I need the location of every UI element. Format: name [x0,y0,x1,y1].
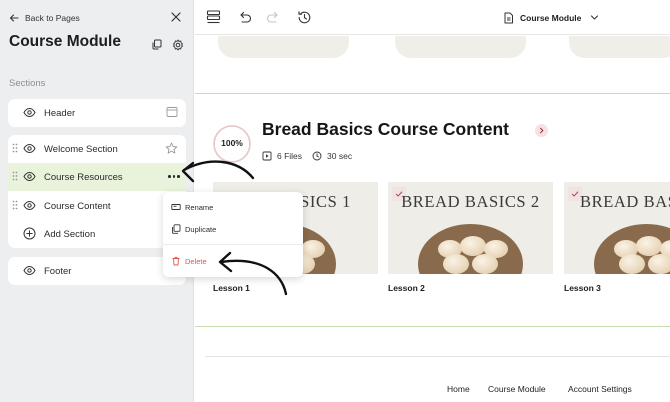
footer-section-card: Footer [8,257,186,285]
sidebar-item-header[interactable]: Header [8,99,186,127]
drag-handle-icon[interactable] [12,143,18,153]
section-context-menu: Rename Duplicate Delete [163,192,303,277]
copy-icon [172,224,181,234]
chevron-right-icon[interactable] [535,124,548,137]
document-icon [504,12,513,23]
menu-item-duplicate[interactable]: Duplicate [163,219,303,239]
header-section-card: Header [8,99,186,127]
eye-icon[interactable] [23,200,36,211]
menu-item-delete[interactable]: Delete [163,251,303,271]
chevron-down-icon [591,15,599,20]
sidebar-item-label: Course Resources [44,172,123,183]
duration: 30 sec [327,151,353,161]
footer-divider [205,356,670,357]
plus-circle-icon [23,227,36,240]
arrow-left-icon [9,14,19,22]
copy-icon [152,39,162,50]
progress-label: 100% [221,138,243,148]
eye-icon[interactable] [23,265,36,276]
more-options-icon[interactable] [168,175,180,178]
preview-card [218,36,349,58]
lesson-label: Lesson 1 [213,283,250,293]
sidebar-item-footer[interactable]: Footer [8,257,186,285]
close-icon[interactable] [169,10,183,24]
sidebar-item-label: Footer [44,266,72,277]
page-settings-button[interactable] [169,36,186,53]
redo-icon[interactable] [265,9,282,26]
layers-icon[interactable] [205,9,222,26]
sections-heading: Sections [9,78,46,89]
menu-item-label: Rename [185,203,214,212]
lesson-label: Lesson 2 [388,283,425,293]
gear-icon [172,39,183,50]
preview-card [395,36,526,58]
duplicate-page-button[interactable] [148,36,165,53]
lesson-image-title: BREAD BASICS [580,192,670,211]
page-select-label: Course Module [520,12,582,23]
drag-handle-icon[interactable] [12,171,18,181]
footer-link-course-module[interactable]: Course Module [488,384,546,394]
undo-icon[interactable] [236,9,253,26]
previous-section-preview [195,36,670,60]
rename-icon [171,204,181,210]
back-to-pages-link[interactable]: Back to Pages [9,10,80,26]
sidebar-item-course-resources[interactable]: Course Resources [8,163,186,191]
lesson-image-title: BREAD BASICS 2 [401,192,540,211]
history-icon[interactable] [296,9,313,26]
sidebar-item-course-content[interactable]: Course Content [8,192,186,220]
lesson-thumbnail: BREAD BASICS 2 [388,182,553,274]
footer-link-account-settings[interactable]: Account Settings [568,384,632,394]
eye-icon[interactable] [23,171,36,182]
preview-card [569,36,670,58]
sidebar-item-label: Course Content [44,201,111,212]
back-to-pages-label: Back to Pages [25,13,80,23]
add-section-button[interactable]: Add Section [8,220,186,248]
menu-item-label: Delete [185,257,207,266]
page-select-dropdown[interactable]: Course Module [503,9,599,26]
body-sections-card: Welcome Section Course Resources Course … [8,135,186,248]
drag-handle-icon[interactable] [12,200,18,210]
lesson-card[interactable]: BREAD BASICS 2 Lesson 2 [388,182,553,293]
layout-header-icon [166,107,178,117]
sidebar-item-welcome-section[interactable]: Welcome Section [8,135,186,163]
eye-icon[interactable] [23,107,36,118]
video-file-icon [262,151,272,161]
menu-item-label: Duplicate [185,225,217,234]
course-meta: 6 Files 30 sec [262,151,362,161]
star-icon [165,142,178,154]
menu-item-rename[interactable]: Rename [163,197,303,217]
page-title: Course Module [9,33,121,50]
menu-divider [163,244,303,245]
clock-icon [312,151,322,161]
footer-link-home[interactable]: Home [447,384,470,394]
lesson-thumbnail: BREAD BASICS [564,182,670,274]
add-section-label: Add Section [44,229,96,240]
sidebar-item-label: Header [44,108,76,119]
lesson-label: Lesson 3 [564,283,601,293]
eye-icon[interactable] [23,143,36,154]
course-title: Bread Basics Course Content [262,119,510,139]
files-count: 6 Files [277,151,303,161]
editor-toolbar: Course Module [195,0,670,35]
lesson-card[interactable]: BREAD BASICS Lesson 3 [564,182,670,293]
trash-icon [172,256,180,266]
sidebar-item-label: Welcome Section [44,144,118,155]
